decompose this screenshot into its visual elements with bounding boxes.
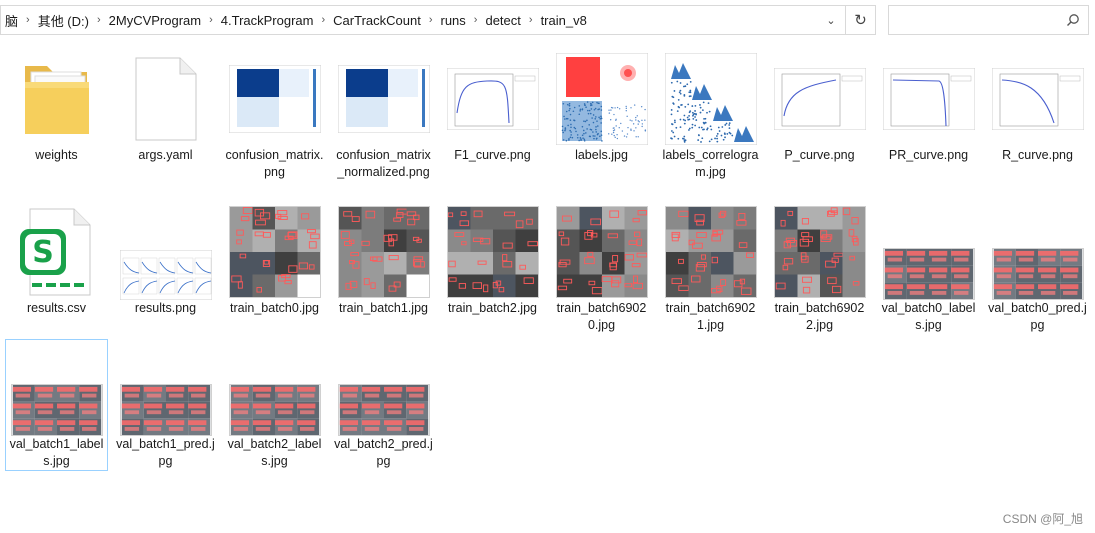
image-thumbnail <box>986 51 1089 147</box>
file-item[interactable]: train_batch69020.jpg <box>550 203 653 335</box>
file-name: args.yaml <box>138 148 193 162</box>
breadcrumb-item[interactable]: runs <box>437 6 470 34</box>
image-thumbnail <box>768 51 871 147</box>
address-bar[interactable]: 脑 › 其他 (D:) › 2MyCVProgram › 4.TrackProgram › Ca… <box>0 5 876 35</box>
chevron-right-icon[interactable]: › <box>525 6 537 34</box>
file-item[interactable]: R_curve.png <box>986 50 1089 165</box>
file-name: val_batch0_pred.jpg <box>988 301 1087 332</box>
image-thumbnail <box>768 204 871 300</box>
file-name: weights <box>35 148 78 162</box>
image-thumbnail <box>332 51 435 147</box>
file-item[interactable]: train_batch69021.jpg <box>659 203 762 335</box>
file-name: R_curve.png <box>1002 148 1073 162</box>
file-item[interactable]: val_batch0_pred.jpg <box>986 203 1089 335</box>
svg-text:S: S <box>32 235 54 270</box>
file-name: train_batch1.jpg <box>339 301 428 315</box>
search-box[interactable] <box>888 5 1089 35</box>
breadcrumb-item[interactable]: 4.TrackProgram <box>217 6 318 34</box>
breadcrumb: 脑 › 其他 (D:) › 2MyCVProgram › 4.TrackProgram › Ca… <box>1 6 817 34</box>
search-icon[interactable] <box>1066 13 1080 27</box>
file-name: val_batch0_labels.jpg <box>881 301 976 332</box>
image-thumbnail <box>332 340 435 436</box>
image-thumbnail <box>223 204 326 300</box>
file-item[interactable]: train_batch2.jpg <box>441 203 544 318</box>
file-name: train_batch0.jpg <box>230 301 319 315</box>
file-name: train_batch69022.jpg <box>774 301 865 332</box>
image-thumbnail <box>550 204 653 300</box>
image-thumbnail <box>441 204 544 300</box>
file-name: confusion_matrix.png <box>225 148 324 179</box>
file-item[interactable]: labels_correlogram.jpg <box>659 50 762 182</box>
file-name: val_batch2_labels.jpg <box>227 437 322 468</box>
file-name: F1_curve.png <box>454 148 531 162</box>
image-thumbnail <box>223 51 326 147</box>
file-name: train_batch69021.jpg <box>665 301 756 332</box>
file-name: results.png <box>134 301 197 315</box>
file-name: results.csv <box>26 301 87 315</box>
chevron-right-icon[interactable]: › <box>22 6 34 34</box>
chevron-right-icon[interactable]: › <box>318 6 330 34</box>
file-item[interactable]: labels.jpg <box>550 50 653 165</box>
image-thumbnail <box>877 204 980 300</box>
file-name: labels_correlogram.jpg <box>662 148 759 179</box>
breadcrumb-item[interactable]: 2MyCVProgram <box>105 6 205 34</box>
file-item[interactable]: S results.csv <box>5 203 108 318</box>
chevron-right-icon[interactable]: › <box>470 6 482 34</box>
file-name: train_batch69020.jpg <box>556 301 647 332</box>
image-thumbnail <box>332 204 435 300</box>
file-item[interactable]: val_batch2_pred.jpg <box>332 339 435 471</box>
search-input[interactable] <box>889 6 1059 34</box>
file-item[interactable]: results.png <box>114 203 217 318</box>
image-thumbnail <box>986 204 1089 300</box>
file-item[interactable]: F1_curve.png <box>441 50 544 165</box>
image-thumbnail <box>550 51 653 147</box>
file-name: val_batch2_pred.jpg <box>334 437 433 468</box>
file-name: P_curve.png <box>784 148 855 162</box>
file-name: PR_curve.png <box>888 148 969 162</box>
file-item[interactable]: train_batch1.jpg <box>332 203 435 318</box>
chevron-down-icon[interactable]: ⌄ <box>817 6 845 34</box>
document-icon <box>114 51 217 147</box>
folder-icon <box>5 51 108 147</box>
chevron-right-icon[interactable]: › <box>205 6 217 34</box>
chevron-right-icon[interactable]: › <box>93 6 105 34</box>
breadcrumb-item[interactable]: detect <box>481 6 524 34</box>
breadcrumb-item[interactable]: 其他 (D:) <box>34 6 93 34</box>
chevron-right-icon[interactable]: › <box>425 6 437 34</box>
image-thumbnail <box>5 340 108 436</box>
file-item[interactable]: P_curve.png <box>768 50 871 165</box>
folder-item[interactable]: weights <box>5 50 108 165</box>
file-name: labels.jpg <box>575 148 628 162</box>
file-item[interactable]: val_batch2_labels.jpg <box>223 339 326 471</box>
file-item[interactable]: confusion_matrix.png <box>223 50 326 182</box>
watermark: CSDN @阿_旭 <box>1002 512 1083 526</box>
file-item[interactable]: confusion_matrix_normalized.png <box>332 50 435 182</box>
breadcrumb-item[interactable]: CarTrackCount <box>329 6 425 34</box>
breadcrumb-item[interactable]: 脑 <box>1 6 22 34</box>
file-item[interactable]: val_batch1_pred.jpg <box>114 339 217 471</box>
image-thumbnail <box>877 51 980 147</box>
file-name: train_batch2.jpg <box>448 301 537 315</box>
breadcrumb-item[interactable]: train_v8 <box>537 6 591 34</box>
file-item[interactable]: args.yaml <box>114 50 217 165</box>
file-name: val_batch1_pred.jpg <box>116 437 215 468</box>
file-item[interactable]: PR_curve.png <box>877 50 980 165</box>
file-item[interactable]: val_batch0_labels.jpg <box>877 203 980 335</box>
image-thumbnail <box>659 51 762 147</box>
file-item[interactable]: train_batch69022.jpg <box>768 203 871 335</box>
image-thumbnail <box>114 204 217 300</box>
refresh-icon[interactable]: ↻ <box>845 6 875 34</box>
image-thumbnail <box>223 340 326 436</box>
image-thumbnail <box>441 51 544 147</box>
spreadsheet-icon: S <box>5 204 108 300</box>
file-name: val_batch1_labels.jpg <box>9 437 104 468</box>
file-name: confusion_matrix_normalized.png <box>336 148 431 179</box>
image-thumbnail <box>114 340 217 436</box>
image-thumbnail <box>659 204 762 300</box>
file-item[interactable]: val_batch1_labels.jpg <box>5 339 108 471</box>
file-item[interactable]: train_batch0.jpg <box>223 203 326 318</box>
